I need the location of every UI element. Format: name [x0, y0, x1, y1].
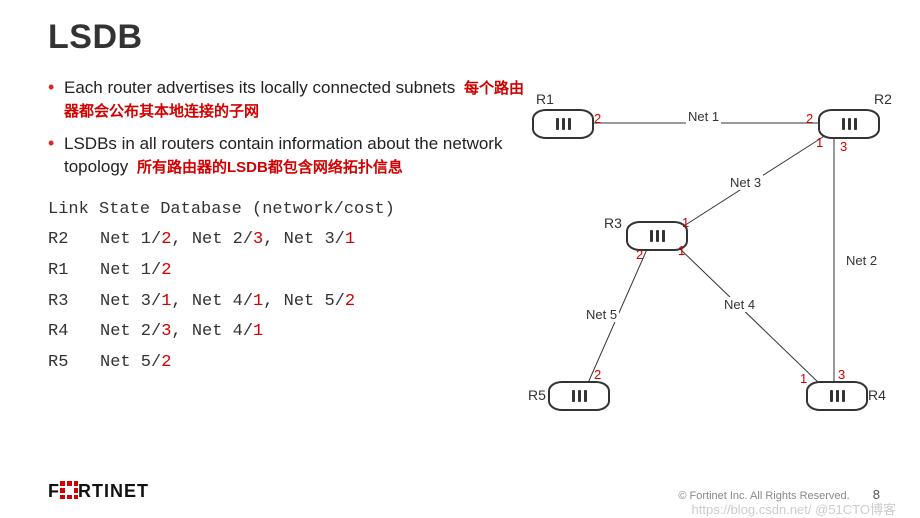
port-number: 3: [840, 139, 847, 154]
lsdb-net: Net 1/: [100, 261, 161, 280]
brand-rest: RTINET: [78, 481, 149, 501]
lsdb-cost: 2: [161, 261, 171, 280]
lsdb-cost: 2: [161, 353, 171, 372]
router-icon: [532, 109, 594, 139]
bullet-text-en: Each router advertises its locally conne…: [64, 78, 455, 97]
lsdb-cost: 1: [161, 292, 171, 311]
lsdb-cost: 2: [161, 230, 171, 249]
lsdb-net: Net 5/: [100, 353, 161, 372]
fortinet-icon: [60, 481, 78, 499]
watermark-text: https://blog.csdn.net/ @51CTO博客: [692, 499, 896, 518]
bullet-item: Each router advertises its locally conne…: [48, 77, 528, 123]
router-icon: [548, 381, 610, 411]
net-label: Net 3: [728, 175, 763, 190]
port-number: 2: [594, 367, 601, 382]
router-label: R5: [528, 387, 546, 403]
slide-title: LSDB: [48, 18, 872, 57]
router-label: R3: [604, 215, 622, 231]
lsdb-net: Net 4/: [192, 322, 253, 341]
bullet-list: Each router advertises its locally conne…: [48, 77, 528, 179]
lsdb-net: Net 1/: [100, 230, 161, 249]
lsdb-cost: 1: [253, 292, 263, 311]
router-icon: [818, 109, 880, 139]
lsdb-net: Net 5/: [284, 292, 345, 311]
topology-diagram: R1 R2 R3 R4 R5 Net 1 Net 2 Net 3 Net 4 N…: [526, 95, 896, 425]
lsdb-net: Net 3/: [100, 292, 161, 311]
port-number: 2: [594, 111, 601, 126]
lsdb-router-name: R2: [48, 225, 100, 256]
lsdb-net: Net 3/: [284, 230, 345, 249]
router-label: R2: [874, 91, 892, 107]
lsdb-router-name: R3: [48, 287, 100, 318]
router-icon: [806, 381, 868, 411]
lsdb-net: Net 4/: [192, 292, 253, 311]
lsdb-cost: 3: [253, 230, 263, 249]
lsdb-net: Net 2/: [192, 230, 253, 249]
lsdb-net: Net 2/: [100, 322, 161, 341]
lsdb-router-name: R1: [48, 256, 100, 287]
lsdb-cost: 1: [345, 230, 355, 249]
port-number: 3: [838, 367, 845, 382]
net-label: Net 4: [722, 297, 757, 312]
bullet-text-zh: 所有路由器的LSDB都包含网络拓扑信息: [137, 159, 403, 176]
router-label: R4: [868, 387, 886, 403]
net-label: Net 1: [686, 109, 721, 124]
net-label: Net 2: [844, 253, 879, 268]
brand-letter: F: [48, 481, 60, 501]
port-number: 1: [682, 215, 689, 230]
port-number: 1: [800, 371, 807, 386]
net-label: Net 5: [584, 307, 619, 322]
port-number: 2: [806, 111, 813, 126]
lsdb-cost: 1: [253, 322, 263, 341]
port-number: 2: [636, 247, 643, 262]
lsdb-cost: 3: [161, 322, 171, 341]
router-label: R1: [536, 91, 554, 107]
port-number: 1: [816, 135, 823, 150]
lsdb-router-name: R5: [48, 348, 100, 379]
lsdb-router-name: R4: [48, 317, 100, 348]
lsdb-cost: 2: [345, 292, 355, 311]
bullet-item: LSDBs in all routers contain information…: [48, 133, 528, 179]
brand-logo: F RTINET: [48, 481, 149, 502]
port-number: 1: [678, 243, 685, 258]
